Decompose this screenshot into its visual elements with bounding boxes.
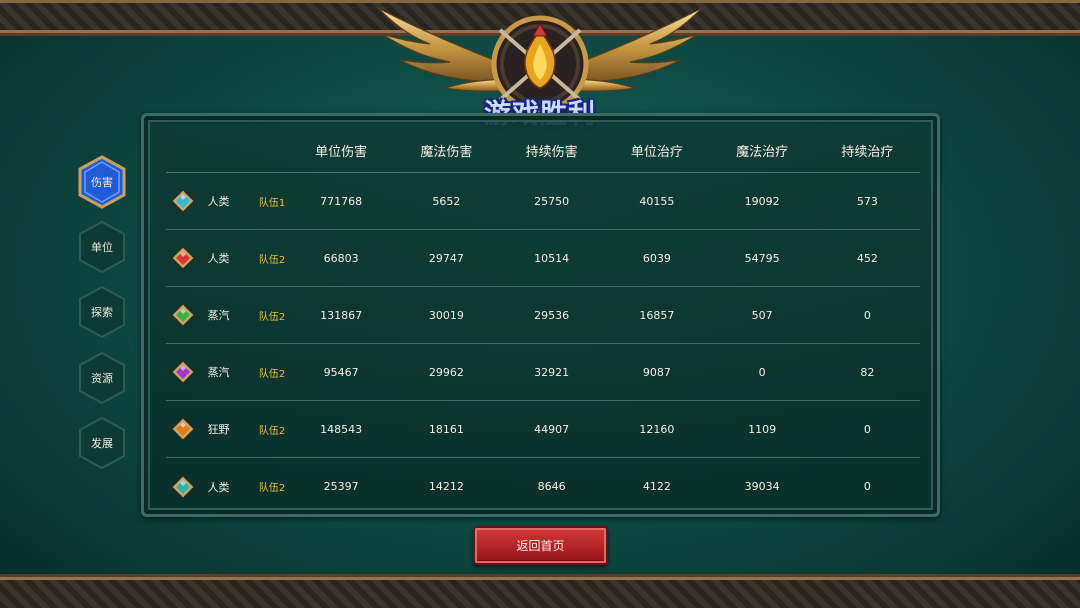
stat-cell: 131867 xyxy=(320,308,363,322)
race-label: 人类 xyxy=(207,195,230,208)
header-unit-heal: 单位治疗 xyxy=(630,144,683,160)
stat-cell: 8646 xyxy=(537,480,566,493)
tab-damage[interactable]: 伤害 xyxy=(78,155,126,209)
diamond-gem-red-icon xyxy=(171,246,195,270)
stat-cell: 40155 xyxy=(639,194,675,208)
tab-explore[interactable]: 探索 xyxy=(78,285,126,339)
race-label: 蒸汽 xyxy=(207,366,230,379)
stat-cell: 29747 xyxy=(428,251,464,265)
table-row: 蒸汽 队伍2 95467 29962 32921 9087 0 82 xyxy=(166,344,920,401)
team-label: 队伍2 xyxy=(258,368,286,380)
stat-cell: 5652 xyxy=(432,194,461,208)
table-row: 人类 队伍2 66803 29747 10514 6039 54795 452 xyxy=(166,230,920,287)
diamond-gem-purple-icon xyxy=(171,360,195,384)
tab-development-label: 发展 xyxy=(91,437,113,450)
stat-cell: 32921 xyxy=(534,365,570,379)
stat-cell: 66803 xyxy=(323,251,359,265)
table-row: 人类 队伍2 25397 14212 8646 4122 39034 0 xyxy=(166,458,920,515)
tab-resources[interactable]: 资源 xyxy=(78,351,126,405)
table-header-row: 单位伤害 魔法伤害 持续伤害 单位治疗 魔法治疗 持续治疗 xyxy=(166,128,920,173)
diamond-gem-teal-icon xyxy=(171,474,195,499)
stat-cell: 573 xyxy=(856,194,878,208)
team-label: 队伍2 xyxy=(258,311,286,323)
stat-cell: 95467 xyxy=(323,365,359,379)
stat-cell: 9087 xyxy=(642,365,671,379)
diamond-gem-green-icon xyxy=(171,303,195,327)
stat-cell: 4122 xyxy=(642,480,671,493)
stat-cell: 14212 xyxy=(428,480,464,493)
stat-cell: 6039 xyxy=(642,251,671,265)
header-hot-heal: 持续治疗 xyxy=(841,144,894,160)
race-label: 蒸汽 xyxy=(207,309,230,322)
race-label: 狂野 xyxy=(207,423,230,436)
stat-cell: 82 xyxy=(860,365,875,379)
race-label: 人类 xyxy=(207,252,230,265)
team-label: 队伍2 xyxy=(258,254,286,266)
diamond-gem-orange-icon xyxy=(171,417,195,441)
stat-cell: 29536 xyxy=(534,308,570,322)
stat-cell: 0 xyxy=(863,480,871,493)
tab-damage-label: 伤害 xyxy=(91,176,113,189)
stat-cell: 10514 xyxy=(534,251,570,265)
stat-cell: 39034 xyxy=(744,480,780,493)
stats-table: 单位伤害 魔法伤害 持续伤害 单位治疗 魔法治疗 持续治疗 人类 队伍1 77176… xyxy=(166,128,920,515)
tab-units-label: 单位 xyxy=(91,241,113,254)
tab-resources-label: 资源 xyxy=(91,372,113,385)
stat-cell: 16857 xyxy=(639,308,675,322)
stat-cell: 29962 xyxy=(428,365,464,379)
return-home-button[interactable]: 返回首页 xyxy=(473,526,608,565)
header-magic-heal: 魔法治疗 xyxy=(736,144,789,160)
team-label: 队伍2 xyxy=(258,483,286,494)
diamond-gem-blue-icon xyxy=(171,189,195,213)
tab-units[interactable]: 单位 xyxy=(78,220,126,274)
stat-cell: 507 xyxy=(751,308,773,322)
stat-cell: 452 xyxy=(856,251,878,265)
race-label: 人类 xyxy=(207,480,230,494)
table-body: 人类 队伍1 771768 5652 25750 40155 19092 573 人类 队伍2 66… xyxy=(166,173,920,515)
header-magic-damage: 魔法伤害 xyxy=(420,144,473,160)
stat-cell: 12160 xyxy=(639,422,675,436)
header-unit-damage: 单位伤害 xyxy=(315,144,368,160)
stat-cell: 25397 xyxy=(323,480,359,493)
team-label: 队伍1 xyxy=(258,197,286,209)
stat-cell: 54795 xyxy=(744,251,780,265)
stat-cell: 0 xyxy=(863,422,871,436)
stat-cell: 771768 xyxy=(320,194,363,208)
stat-cell: 30019 xyxy=(428,308,464,322)
table-row: 蒸汽 队伍2 131867 30019 29536 16857 507 0 xyxy=(166,287,920,344)
tab-development[interactable]: 发展 xyxy=(78,416,126,470)
stat-cell: 44907 xyxy=(534,422,570,436)
stat-cell: 0 xyxy=(758,365,766,379)
stat-cell: 25750 xyxy=(534,194,570,208)
stats-panel: 单位伤害 魔法伤害 持续伤害 单位治疗 魔法治疗 持续治疗 人类 队伍1 77176… xyxy=(141,113,940,517)
header-dot-damage: 持续伤害 xyxy=(525,144,578,160)
table-row: 狂野 队伍2 148543 18161 44907 12160 1109 0 xyxy=(166,401,920,458)
table-row: 人类 队伍1 771768 5652 25750 40155 19092 573 xyxy=(166,173,920,230)
stat-cell: 148543 xyxy=(320,422,363,436)
stat-cell: 19092 xyxy=(744,194,780,208)
bottom-frame-border xyxy=(0,574,1080,608)
stat-cell: 18161 xyxy=(428,422,464,436)
stat-cell: 0 xyxy=(863,308,871,322)
tab-explore-label: 探索 xyxy=(91,306,113,319)
stat-cell: 1109 xyxy=(748,422,777,436)
team-label: 队伍2 xyxy=(258,425,286,437)
